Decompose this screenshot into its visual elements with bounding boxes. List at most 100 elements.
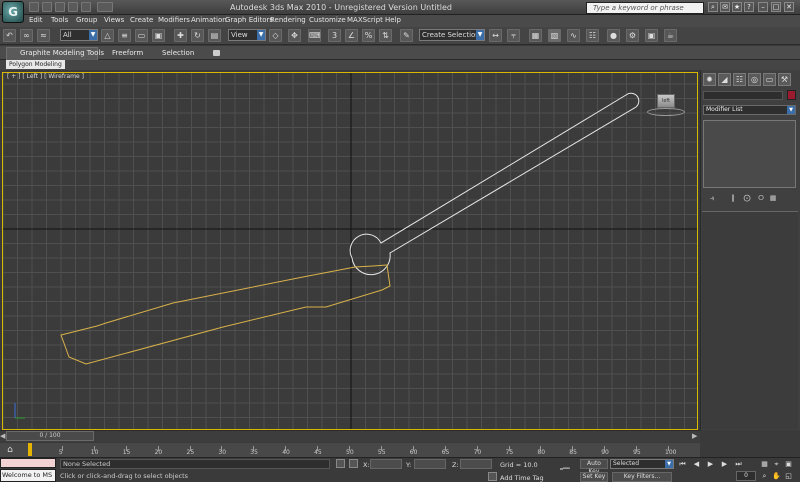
modifier-stack[interactable] — [703, 120, 796, 188]
lock-selection-icon[interactable] — [336, 459, 345, 468]
create-tab-icon[interactable]: ✹ — [703, 73, 716, 86]
menu-rendering[interactable]: Rendering — [270, 16, 306, 24]
time-slider-prev-icon[interactable]: ◀ — [0, 432, 5, 440]
maxscript-mini-listener[interactable]: Welcome to MS — [0, 469, 56, 482]
tab-freeform[interactable]: Freeform — [112, 49, 143, 57]
maxscript-listener-output[interactable] — [0, 458, 56, 468]
pivot-center-icon[interactable]: ◇ — [269, 29, 282, 42]
rectangular-selection-icon[interactable]: ▭ — [135, 29, 148, 42]
time-tag-icon[interactable] — [488, 472, 497, 481]
pin-stack-icon[interactable]: ⫣ — [706, 193, 718, 203]
bind-space-warp-icon[interactable]: ≈ — [37, 29, 50, 42]
spinner-snap-icon[interactable]: ⇅ — [379, 29, 392, 42]
hierarchy-tab-icon[interactable]: ☷ — [733, 73, 746, 86]
time-slider-thumb[interactable]: 0 / 100 — [6, 431, 94, 441]
zoom-all-icon[interactable]: ⌖ — [772, 460, 781, 469]
rotate-icon[interactable]: ↻ — [191, 29, 204, 42]
redo-icon[interactable] — [81, 2, 91, 12]
polygon-modeling-panel[interactable]: Polygon Modeling — [6, 60, 65, 69]
make-unique-icon[interactable]: ⨀ — [741, 193, 753, 203]
viewcube[interactable]: left — [657, 94, 675, 108]
go-to-end-icon[interactable]: ⏭ — [734, 460, 743, 469]
menu-modifiers[interactable]: Modifiers — [158, 16, 190, 24]
time-slider[interactable] — [0, 430, 700, 442]
curve-editor-icon[interactable]: ∿ — [567, 29, 580, 42]
menu-animation[interactable]: Animation — [191, 16, 227, 24]
motion-tab-icon[interactable]: ◎ — [748, 73, 761, 86]
menu-create[interactable]: Create — [130, 16, 153, 24]
maximize-viewport-icon[interactable]: ◱ — [784, 472, 793, 481]
angle-snap-icon[interactable]: ∠ — [345, 29, 358, 42]
application-menu-button[interactable]: G — [2, 1, 24, 23]
close-icon[interactable]: ✕ — [784, 2, 794, 12]
schematic-view-icon[interactable]: ☷ — [586, 29, 599, 42]
subscription-icon[interactable]: ✉ — [720, 2, 730, 12]
snaps-toggle-icon[interactable]: 3 — [328, 29, 341, 42]
render-setup-icon[interactable]: ⚙ — [626, 29, 639, 42]
favorites-icon[interactable]: ★ — [732, 2, 742, 12]
menu-tools[interactable]: Tools — [51, 16, 68, 24]
play-icon[interactable]: ▶ — [706, 460, 715, 469]
zoom-extents-icon[interactable]: ▣ — [784, 460, 793, 469]
object-color-swatch[interactable] — [787, 90, 796, 100]
layer-manager-icon[interactable]: ▦ — [529, 29, 542, 42]
viewport-canvas[interactable] — [3, 73, 698, 430]
undo-icon[interactable] — [68, 2, 78, 12]
rendered-frame-window-icon[interactable]: ▣ — [645, 29, 658, 42]
pan-view-icon[interactable]: ✋ — [772, 472, 781, 481]
coord-x-field[interactable] — [370, 459, 402, 469]
remove-modifier-icon[interactable]: ⭘ — [755, 193, 767, 203]
configure-modifier-sets-icon[interactable]: ▦ — [767, 193, 779, 203]
named-selection-dropdown[interactable]: Create Selection Se ▼ — [419, 29, 485, 41]
select-object-icon[interactable]: △ — [101, 29, 114, 42]
utilities-tab-icon[interactable]: ⚒ — [778, 73, 791, 86]
edit-named-selection-icon[interactable]: ✎ — [400, 29, 413, 42]
time-slider-next-icon[interactable]: ▶ — [692, 432, 697, 440]
menu-group[interactable]: Group — [76, 16, 97, 24]
select-link-icon[interactable]: ∞ — [20, 29, 33, 42]
new-file-icon[interactable] — [29, 2, 39, 12]
selection-filter-dropdown[interactable]: All ▼ — [60, 29, 98, 41]
help-icon[interactable]: ? — [744, 2, 754, 12]
minimize-icon[interactable]: – — [758, 2, 768, 12]
tab-graphite-modeling-tools[interactable]: Graphite Modeling Tools — [20, 49, 104, 57]
set-key-button[interactable]: Set Key — [580, 472, 608, 482]
viewcube-compass-ring[interactable] — [647, 108, 685, 116]
set-keys-icon[interactable]: ⬞─ — [560, 462, 570, 476]
go-to-start-icon[interactable]: ⏮ — [678, 460, 687, 469]
next-frame-icon[interactable]: ▶ — [720, 460, 729, 469]
menu-graph-editors[interactable]: Graph Editors — [225, 16, 273, 24]
object-name-field[interactable] — [703, 91, 783, 100]
left-viewport[interactable] — [2, 72, 698, 430]
select-by-name-icon[interactable]: ≡ — [118, 29, 131, 42]
show-end-result-icon[interactable]: ‖ — [727, 193, 739, 203]
menu-help[interactable]: Help — [385, 16, 401, 24]
search-icon[interactable]: ⌕ — [708, 2, 718, 12]
time-configuration-icon[interactable]: ▦ — [760, 460, 769, 469]
key-selection-dropdown[interactable]: Selected ▼ — [610, 459, 674, 469]
window-crossing-icon[interactable]: ▣ — [152, 29, 165, 42]
coord-y-field[interactable] — [414, 459, 446, 469]
align-icon[interactable]: ⫧ — [507, 29, 520, 42]
mirror-icon[interactable]: ↔ — [489, 29, 502, 42]
select-manipulate-icon[interactable]: ✥ — [288, 29, 301, 42]
modify-tab-icon[interactable]: ◢ — [718, 73, 731, 86]
menu-views[interactable]: Views — [104, 16, 124, 24]
tab-selection[interactable]: Selection — [162, 49, 194, 57]
save-file-icon[interactable] — [55, 2, 65, 12]
menu-maxscript[interactable]: MAXScript — [347, 16, 383, 24]
project-folder-icon[interactable] — [97, 2, 113, 12]
scale-icon[interactable]: ▤ — [208, 29, 221, 42]
add-time-tag[interactable]: Add Time Tag — [500, 474, 544, 482]
zoom-icon[interactable]: ⌕ — [760, 472, 769, 481]
key-filters-button[interactable]: Key Filters... — [612, 472, 672, 482]
restore-icon[interactable]: □ — [771, 2, 781, 12]
absolute-mode-transform-icon[interactable] — [349, 459, 358, 468]
open-file-icon[interactable] — [42, 2, 52, 12]
menu-edit[interactable]: Edit — [29, 16, 43, 24]
coord-z-field[interactable] — [460, 459, 492, 469]
menu-customize[interactable]: Customize — [309, 16, 346, 24]
modifier-list-dropdown[interactable]: Modifier List ▼ — [703, 105, 796, 115]
search-input[interactable]: Type a keyword or phrase — [586, 2, 704, 14]
render-production-icon[interactable]: ☕ — [664, 29, 677, 42]
